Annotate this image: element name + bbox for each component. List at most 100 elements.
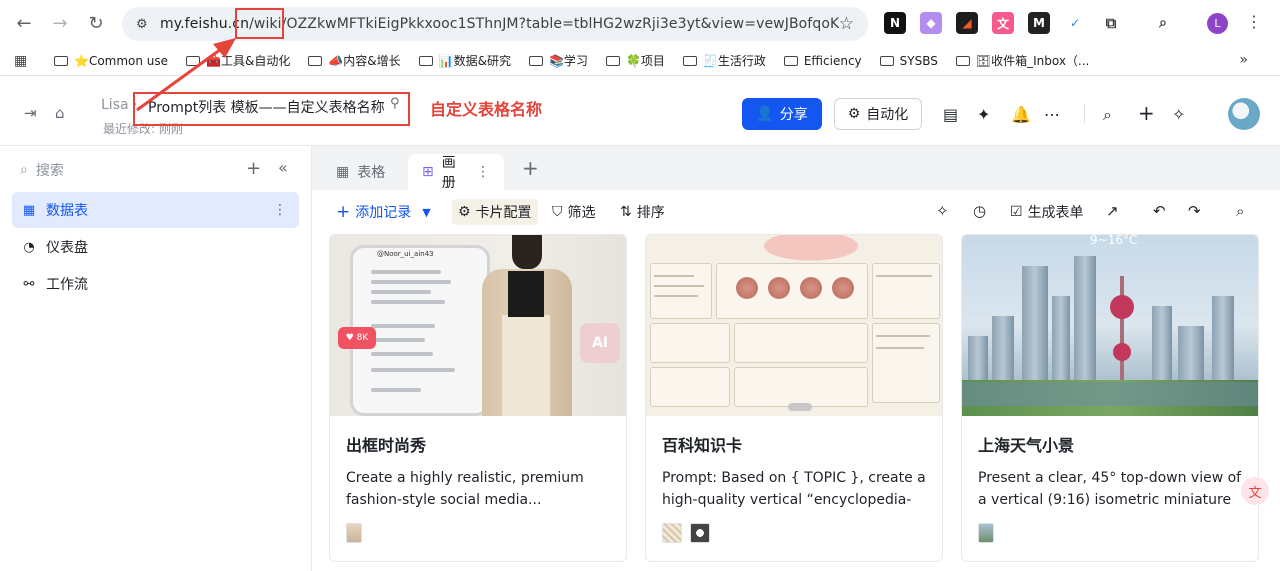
bookmark-folder[interactable]: 📊数据&研究 [418,52,511,69]
likes-count: 8K [356,333,369,343]
attachment-thumbnails [978,523,994,543]
text-line [654,275,694,277]
bookmark-star-icon[interactable]: ☆ [839,14,854,34]
more-icon[interactable]: ⋯ [1044,105,1060,124]
attachment-thumbnail[interactable] [346,523,362,543]
search-placeholder: 搜索 [35,163,64,179]
redo-icon[interactable]: ↷ [1188,202,1201,220]
text-line [371,270,441,274]
bookmark-folder[interactable]: 🧾生活行政 [682,52,766,69]
card-cover-image: @Noor_ui_ain43 ♥ 8K AI [330,235,626,416]
reload-icon[interactable]: ↻ [83,10,109,36]
bookmarks-bar: ▦ ⭐Common use 🧰工具&自动化 📣内容&增长 📊数据&研究 📚学习 … [0,46,1280,76]
image-pager[interactable] [788,403,812,411]
card-config-button[interactable]: ⚙ 卡片配置 [452,199,538,225]
forward-icon[interactable]: → [47,10,73,36]
tab-grid[interactable]: ▦ 表格 [322,154,399,190]
bookmark-folder[interactable]: 📚学习 [528,52,588,69]
info-panel [734,323,868,363]
bookmark-label: Efficiency [803,53,862,68]
text-line [371,352,433,356]
ai-assist-icon[interactable]: ✧ [936,202,949,220]
breadcrumb-user[interactable]: Lisa [101,97,129,113]
gallery-card[interactable]: 9~16°C 上海天气小景 Present a clear, 45° top-d… [961,234,1259,562]
model-figure [468,235,578,416]
home-icon[interactable]: ⌂ [55,104,65,122]
detail-circle [800,277,822,299]
add-item-icon[interactable]: + [246,158,261,179]
gallery-card[interactable]: 百科知识卡 Prompt: Based on { TOPIC }, create… [645,234,943,562]
sidebar-item-datatable[interactable]: ▦ 数据表 ⋮ [12,192,299,228]
header-divider [1084,104,1085,124]
card-description: Prompt: Based on { TOPIC }, create a hig… [662,470,926,508]
history-icon[interactable]: ◷ [973,202,986,220]
bookmark-folder[interactable]: ⭐Common use [54,54,168,68]
apps-grid-icon[interactable]: ▦ [14,53,32,69]
sidebar-item-dashboard[interactable]: ◔ 仪表盘 [12,229,299,265]
document-icon[interactable]: ▤ [943,105,958,124]
add-record-button[interactable]: + 添加记录 ▼ [336,202,431,222]
share-view-icon[interactable]: ↗ [1106,202,1119,220]
collapse-sidebar-icon[interactable]: « [278,158,288,177]
bookmark-folder[interactable]: 📣内容&增长 [308,52,401,69]
detail-circle [832,277,854,299]
gallery-card[interactable]: @Noor_ui_ain43 ♥ 8K AI 出框时尚秀 Create a hi… [329,234,627,562]
back-icon[interactable]: ← [11,10,37,36]
chevron-down-icon[interactable]: ▼ [422,206,430,219]
ai-sparkle-icon[interactable]: ✧ [1172,105,1185,124]
robot-icon: ⚙ [847,106,861,122]
search-icon: ⌕ [20,162,28,178]
plugin-icon[interactable]: ✦ [977,105,990,124]
search-icon[interactable]: ⌕ [1103,105,1112,125]
info-panel [872,263,940,319]
card-description: Create a highly realistic, premium fashi… [346,470,584,508]
share-button[interactable]: 👤 分享 [742,98,822,130]
more-vertical-icon[interactable]: ⋮ [273,202,287,218]
translate-extension-icon[interactable]: 文 [992,12,1014,34]
extension-icon-5[interactable]: M [1028,12,1050,34]
tab-label: 表格 [357,165,386,181]
more-bookmarks-icon[interactable]: » [1239,52,1248,68]
temperature-text: 9~16°C [1090,235,1138,247]
sidebar-item-workflow[interactable]: ⚯ 工作流 [12,266,299,302]
extension-icon-3[interactable]: ◢ [956,12,978,34]
folder-icon [783,55,798,66]
sort-button[interactable]: ⇅ 排序 [620,202,665,222]
add-icon[interactable]: + [1138,101,1155,125]
sidebar-search[interactable]: ⌕ 搜索 [20,160,64,180]
tab-search-icon[interactable]: ⌕ [1152,12,1174,34]
sidebar-toggle-icon[interactable]: ⇥ [24,104,37,122]
automation-button[interactable]: ⚙ 自动化 [834,98,922,130]
filter-button[interactable]: ⛉ 筛选 [552,202,596,222]
attachment-thumbnail[interactable] [978,523,994,543]
bookmark-folder[interactable]: 🗄收件箱_Inbox（... [955,52,1089,69]
tab-gallery[interactable]: ⊞ 画册 ⋮ [408,154,504,191]
address-bar[interactable]: ⚙ my.feishu.cn/wiki/OZZkwMFTkiEigPkkxooc… [122,7,868,41]
card-config-label: 卡片配置 [475,205,532,221]
extension-icon-2[interactable]: ◆ [920,12,942,34]
bookmark-folder[interactable]: 🍀项目 [605,52,665,69]
generate-form-button[interactable]: ☑ 生成表单 [1010,202,1084,222]
bookmark-folder[interactable]: 🧰工具&自动化 [186,52,290,69]
user-avatar[interactable] [1228,98,1260,130]
bookmark-label: 📣内容&增长 [328,54,401,68]
browser-menu-icon[interactable]: ⋮ [1246,12,1262,31]
extensions-puzzle-icon[interactable]: ⧉ [1100,12,1122,34]
attachment-thumbnail[interactable] [662,523,682,543]
translate-float-icon[interactable]: 文 [1241,477,1269,505]
site-settings-icon[interactable]: ⚙ [136,17,154,32]
undo-icon[interactable]: ↶ [1153,202,1166,220]
folder-icon [682,55,697,66]
profile-avatar[interactable]: L [1207,13,1228,34]
add-view-icon[interactable]: + [522,156,539,180]
bell-icon[interactable]: 🔔 [1011,105,1031,124]
notion-extension-icon[interactable]: N [884,12,906,34]
gallery-icon: ⊞ [422,164,434,180]
folder-icon [528,55,543,66]
extension-icon-6[interactable]: ✓ [1064,12,1086,34]
bookmark-folder[interactable]: Efficiency [783,53,862,68]
tab-more-icon[interactable]: ⋮ [476,164,490,180]
bookmark-folder[interactable]: SYSBS [879,54,938,68]
attachment-thumbnail[interactable] [690,523,710,543]
search-records-icon[interactable]: ⌕ [1236,202,1244,220]
